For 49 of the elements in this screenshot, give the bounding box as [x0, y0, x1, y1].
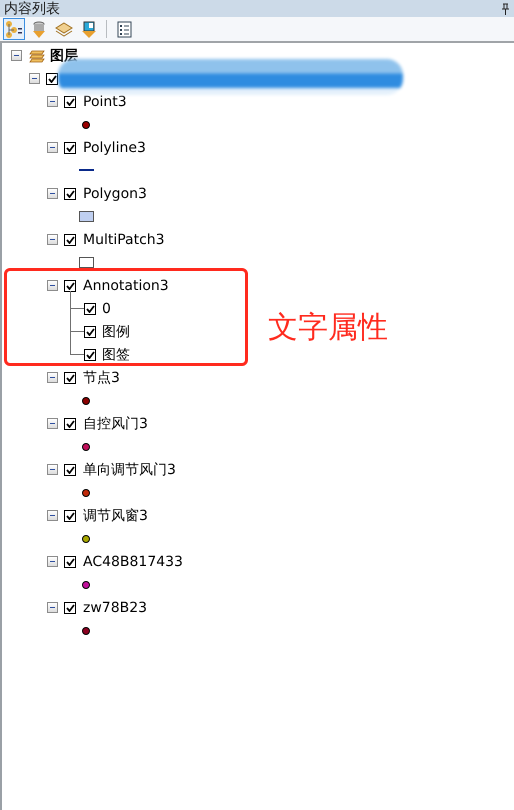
layer-name[interactable]: Polygon3 [83, 184, 147, 202]
checkbox[interactable] [64, 142, 76, 154]
checkbox[interactable] [64, 510, 76, 522]
collapse-toggle[interactable] [47, 96, 58, 107]
multipatch-symbol-icon [79, 257, 94, 268]
checkbox[interactable] [84, 348, 96, 360]
collapse-toggle[interactable] [47, 602, 58, 613]
collapse-toggle[interactable] [47, 464, 58, 475]
layer-name[interactable]: 自控风门3 [83, 414, 148, 432]
layer-name[interactable]: MultiPatch3 [83, 230, 165, 248]
collapse-toggle[interactable] [47, 372, 58, 383]
collapse-toggle[interactable] [47, 510, 58, 521]
checkbox[interactable] [64, 96, 76, 108]
annotation-class-name[interactable]: 图例 [102, 322, 130, 340]
collapse-toggle[interactable] [47, 418, 58, 429]
checkbox[interactable] [64, 602, 76, 614]
layer-name[interactable]: 单向调节风门3 [83, 460, 176, 478]
collapse-toggle[interactable] [47, 280, 58, 291]
collapse-toggle[interactable] [11, 50, 22, 61]
tree-root-label: 图层 [50, 46, 78, 64]
collapse-toggle[interactable] [47, 188, 58, 199]
checkbox[interactable] [64, 234, 76, 246]
layer-name[interactable]: 调节风窗3 [83, 506, 148, 524]
checkbox[interactable] [84, 302, 96, 314]
checkbox[interactable] [84, 326, 96, 338]
list-by-drawing-order-icon[interactable] [3, 18, 25, 40]
annotation-class-name[interactable]: 0 [102, 300, 111, 318]
annotation-class-name[interactable]: 图签 [102, 346, 130, 364]
checkbox[interactable] [64, 418, 76, 430]
pin-icon[interactable] [501, 2, 510, 14]
layer-name[interactable]: Polyline3 [83, 138, 146, 156]
checkbox[interactable] [64, 372, 76, 384]
checkbox[interactable] [46, 72, 58, 84]
collapse-toggle[interactable] [47, 142, 58, 153]
checkbox[interactable] [64, 464, 76, 476]
panel-title: 内容列表 [4, 0, 60, 16]
checkbox[interactable] [64, 556, 76, 568]
collapse-toggle[interactable] [47, 234, 58, 245]
layer-name[interactable]: AC48B817433 [83, 552, 183, 570]
callout-label: 文字属性 [268, 310, 388, 346]
checkbox[interactable] [64, 188, 76, 200]
layers-icon [29, 48, 45, 62]
layer-name[interactable]: Point3 [83, 92, 127, 110]
checkbox[interactable] [64, 280, 76, 292]
layer-name[interactable]: Annotation3 [83, 276, 169, 294]
collapse-toggle[interactable] [47, 556, 58, 567]
layer-name[interactable]: 节点3 [83, 368, 120, 386]
collapse-toggle[interactable] [29, 73, 40, 84]
layer-name[interactable]: zw78B23 [83, 598, 148, 616]
